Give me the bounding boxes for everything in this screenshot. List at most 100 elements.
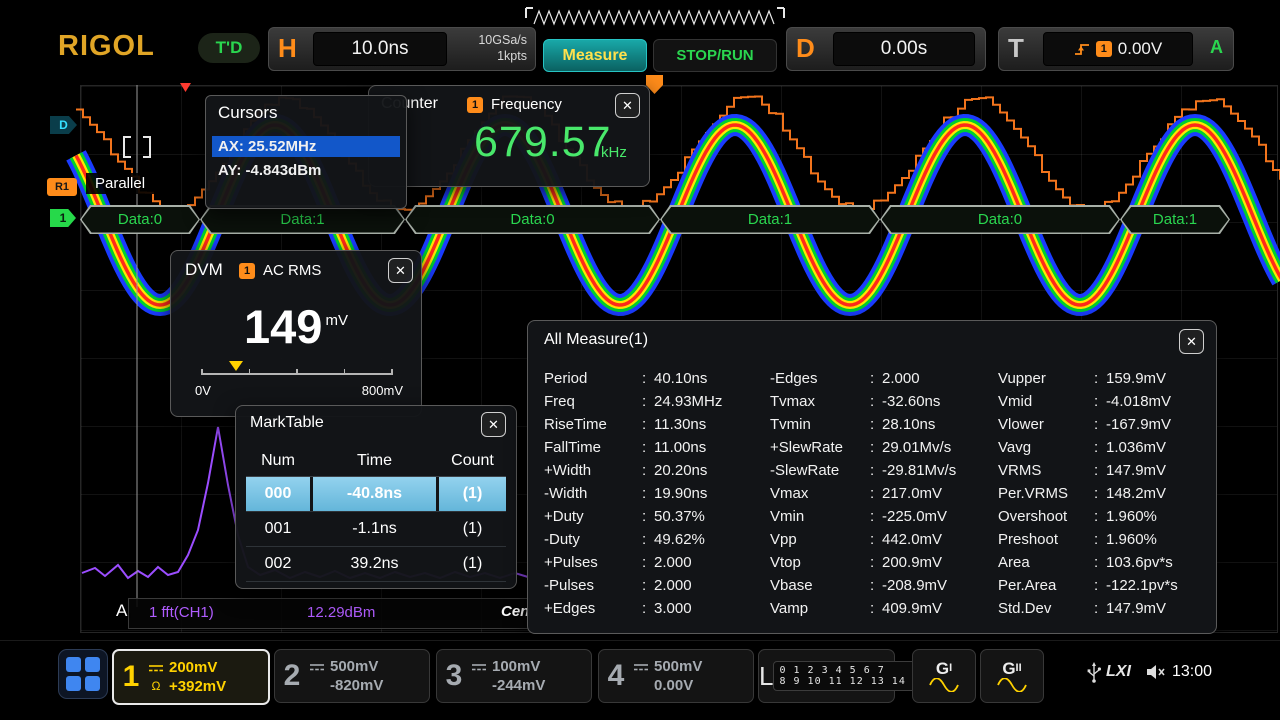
bus-row: Data:0Data:1Data:0Data:1Data:0Data:1 — [80, 205, 1230, 234]
measure-text: : — [1094, 416, 1106, 433]
stop-run-button[interactable]: STOP/RUN — [653, 39, 777, 72]
marktable-cell: (1) — [439, 547, 506, 581]
channel-2-button[interactable]: 2 500mV -820mV — [274, 649, 430, 703]
g2-sub: II — [1016, 662, 1022, 674]
horizontal-settings[interactable]: H 10.0ns 10GSa/s 1kpts — [268, 27, 536, 71]
measure-item: +Edges:3.000 — [544, 597, 770, 620]
memory-depth: 1kpts — [478, 48, 527, 64]
measure-text: : — [1094, 508, 1106, 525]
trigger-label: T — [1008, 33, 1024, 64]
delay-value[interactable]: 0.00s — [833, 32, 975, 66]
waveform-preview-strip[interactable] — [524, 5, 786, 35]
measure-text: +Edges — [544, 600, 642, 617]
all-measure-close-button[interactable]: ✕ — [1179, 329, 1204, 354]
all-measure-panel[interactable]: All Measure(1) ✕ Period:40.10nsFreq:24.9… — [527, 320, 1217, 634]
bus-segment: Data:1 — [1120, 205, 1230, 234]
measure-item: VRMS:147.9mV — [998, 459, 1206, 482]
measure-button[interactable]: Measure — [543, 39, 647, 72]
menu-button[interactable] — [58, 649, 108, 699]
oscilloscope-screen: RIGOL T'D H 10.0ns 10GSa/s 1kpts Measure… — [0, 0, 1280, 720]
measure-item: Freq:24.93MHz — [544, 390, 770, 413]
measure-text: : — [1094, 577, 1106, 594]
measure-text: 11.30ns — [654, 416, 706, 433]
channel-4-button[interactable]: 4 500mV 0.00V — [598, 649, 754, 703]
marktable-cell: 000 — [246, 477, 310, 511]
measure-text: 409.9mV — [882, 600, 942, 617]
measure-item: Std.Dev:147.9mV — [998, 597, 1206, 620]
channel-3-button[interactable]: 3 100mV -244mV — [436, 649, 592, 703]
counter-panel[interactable]: Counter 1 Frequency 679.57 kHz ✕ — [368, 85, 650, 187]
cursor-ax-value[interactable]: AX: 25.52MHz — [212, 136, 400, 157]
measure-item: Period:40.10ns — [544, 367, 770, 390]
marktable-header-cell: Num — [246, 446, 310, 476]
measure-text: +Pulses — [544, 554, 642, 571]
marktable-panel[interactable]: MarkTable ✕ NumTimeCount000-40.8ns(1)001… — [235, 405, 517, 589]
marktable-row[interactable]: 000-40.8ns(1) — [246, 477, 506, 512]
channel-1-button[interactable]: 1 200mV Ω +392mV — [112, 649, 270, 705]
generator-1-button[interactable]: GI — [912, 649, 976, 703]
menu-grid-icon — [66, 676, 81, 691]
menu-grid-icon — [85, 657, 100, 672]
measure-text: Vmin — [770, 508, 870, 525]
dvm-value: 149 — [244, 300, 322, 353]
trigger-settings[interactable]: T 1 0.00V A — [998, 27, 1234, 71]
g1-letter: G — [936, 659, 949, 678]
measure-item: Vmin:-225.0mV — [770, 505, 998, 528]
marktable-close-button[interactable]: ✕ — [481, 412, 506, 437]
channel-2-number: 2 — [275, 659, 309, 693]
marktable-header-cell: Time — [313, 446, 436, 476]
generator-2-button[interactable]: GII — [980, 649, 1044, 703]
measure-text: 11.00ns — [654, 439, 706, 456]
trigger-level-box[interactable]: 1 0.00V — [1043, 32, 1193, 66]
measure-text: : — [870, 485, 882, 502]
trigger-edge-icon — [1074, 41, 1090, 57]
dvm-panel[interactable]: DVM 1 AC RMS ✕ 149mV 0V 800mV — [170, 250, 422, 417]
digital-bus-marker[interactable]: D — [50, 116, 77, 134]
channel-4-offset: 0.00V — [654, 676, 693, 695]
channel-2-scale: 500mV — [330, 657, 378, 676]
measure-text: : — [642, 462, 654, 479]
measure-text: 159.9mV — [1106, 370, 1166, 387]
dvm-close-button[interactable]: ✕ — [388, 258, 413, 283]
trigger-level-value: 0.00V — [1118, 39, 1162, 59]
counter-close-button[interactable]: ✕ — [615, 93, 640, 118]
ref1-marker[interactable]: R1 — [47, 178, 77, 196]
logic-analyzer-button[interactable]: L 0 1 2 3 4 5 6 7 8 9 10 11 12 13 14 15 — [758, 649, 895, 703]
measure-text: 40.10ns — [654, 370, 707, 387]
g2-letter: G — [1002, 659, 1015, 678]
cursors-panel[interactable]: Cursors AX: 25.52MHz AY: -4.843dBm — [205, 95, 407, 209]
measure-text: Vbase — [770, 577, 870, 594]
bottom-bar: 1 200mV Ω +392mV 2 — [0, 640, 1280, 720]
marktable-header-cell: Count — [439, 446, 506, 476]
measure-item: Overshoot:1.960% — [998, 505, 1206, 528]
measure-text: : — [642, 508, 654, 525]
measure-text: 1.960% — [1106, 531, 1157, 548]
measure-item: -Pulses:2.000 — [544, 574, 770, 597]
measure-item: Vupper:159.9mV — [998, 367, 1206, 390]
cursor-ay-value[interactable]: AY: -4.843dBm — [212, 160, 400, 181]
measure-item: Vavg:1.036mV — [998, 436, 1206, 459]
measure-text: 2.000 — [882, 370, 920, 387]
measure-text: : — [1094, 531, 1106, 548]
marktable-row[interactable]: 00239.2ns(1) — [246, 547, 506, 582]
la-channel-digits: 0 1 2 3 4 5 6 7 8 9 10 11 12 13 14 15 — [773, 661, 932, 691]
measure-item: -Width:19.90ns — [544, 482, 770, 505]
dvm-tick — [249, 369, 251, 375]
bus-segment-label: Data:1 — [748, 211, 792, 228]
timebase-value[interactable]: 10.0ns — [313, 32, 447, 66]
delay-settings[interactable]: D 0.00s — [786, 27, 986, 71]
counter-mode: Frequency — [491, 96, 562, 113]
speaker-mute-icon[interactable] — [1146, 663, 1166, 681]
coupling-dc-icon — [148, 663, 164, 673]
measure-text: : — [870, 531, 882, 548]
measure-text: 20.20ns — [654, 462, 707, 479]
counter-channel-badge: 1 — [467, 97, 483, 113]
measure-text: : — [870, 462, 882, 479]
measure-text: : — [642, 531, 654, 548]
sine-wave-icon — [997, 678, 1027, 692]
marktable-row[interactable]: 001-1.1ns(1) — [246, 512, 506, 547]
measure-text: Freq — [544, 393, 642, 410]
measure-text: VRMS — [998, 462, 1094, 479]
bus1-marker[interactable]: 1 — [50, 209, 76, 227]
measure-item: Vtop:200.9mV — [770, 551, 998, 574]
